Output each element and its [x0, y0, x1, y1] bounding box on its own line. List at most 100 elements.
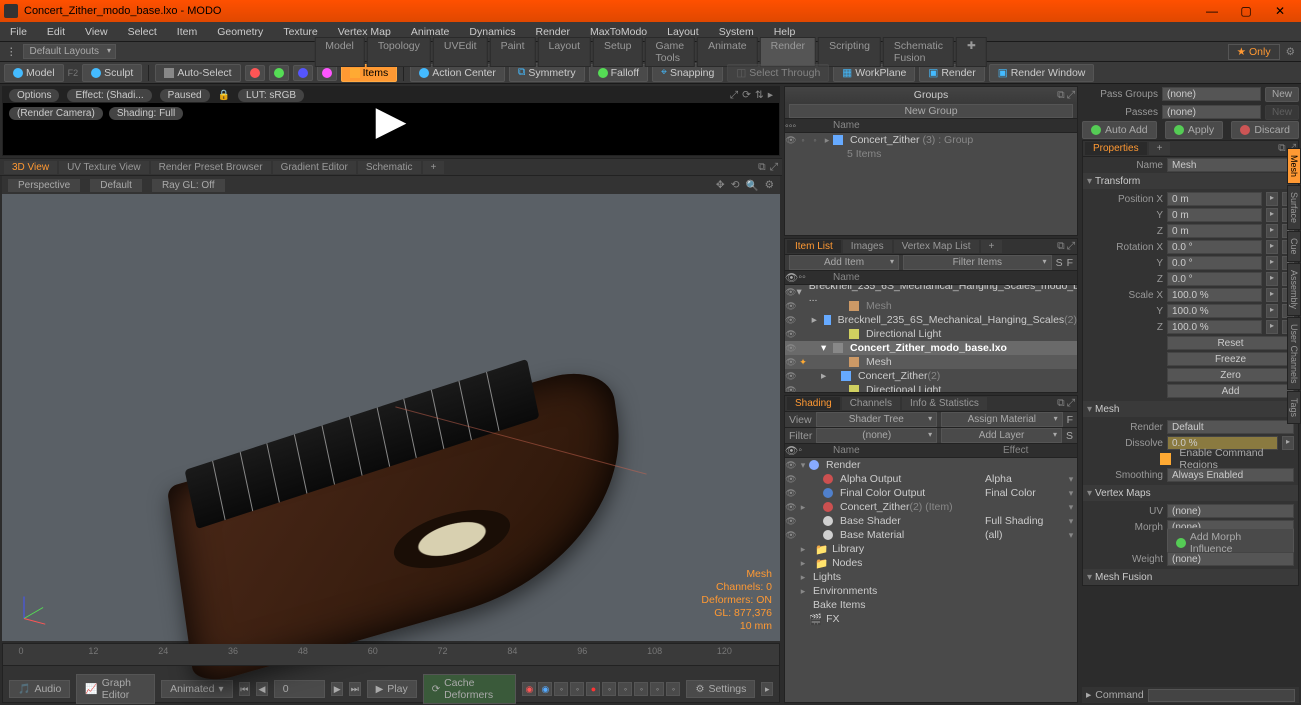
sidetab-mesh[interactable]: Mesh: [1287, 148, 1301, 184]
shader-row[interactable]: ▸📁Library: [785, 542, 1077, 556]
tab-uvtexture[interactable]: UV Texture View: [59, 161, 149, 174]
sel-edge[interactable]: [269, 65, 289, 81]
tab-gametools[interactable]: Game Tools: [644, 37, 695, 67]
menu-geometry[interactable]: Geometry: [207, 22, 273, 41]
tab-schematic[interactable]: Schematic: [358, 161, 421, 174]
shaderview-dropdown[interactable]: Shader Tree: [816, 412, 938, 427]
tab-renderpreset[interactable]: Render Preset Browser: [151, 161, 271, 174]
menu-edit[interactable]: Edit: [37, 22, 75, 41]
axis-gizmo[interactable]: [16, 591, 52, 627]
group-row[interactable]: 👁◦◦▸ Concert_Zither (3) : Group: [785, 133, 1077, 147]
mode-model[interactable]: Model: [4, 64, 64, 82]
3d-viewport[interactable]: Perspective Default Ray GL: Off ✥ ⟲ 🔍 ⚙: [2, 176, 780, 641]
tab-add[interactable]: +: [1149, 142, 1171, 155]
view-raygl[interactable]: Ray GL: Off: [152, 179, 225, 192]
passgroups-dropdown[interactable]: (none): [1162, 87, 1261, 101]
arrows-icon[interactable]: ⇅: [755, 89, 764, 102]
viewgear-icon[interactable]: ⚙: [765, 179, 774, 192]
zero-button[interactable]: Zero: [1167, 368, 1294, 382]
tab-shading[interactable]: Shading: [787, 397, 840, 410]
section-mesh[interactable]: Mesh: [1083, 401, 1298, 417]
menu-file[interactable]: File: [0, 22, 37, 41]
menu-select[interactable]: Select: [118, 22, 167, 41]
animated-dropdown[interactable]: Animated ▾: [161, 680, 232, 698]
shader-row[interactable]: 🎬FX: [785, 612, 1077, 626]
key-d-icon[interactable]: ◦: [618, 682, 632, 696]
list-item[interactable]: 👁▸Concert_Zither(2): [785, 369, 1077, 383]
sel-poly[interactable]: [293, 65, 313, 81]
list-item[interactable]: 👁▾Brecknell_235_6S_Mechanical_Hanging_Sc…: [785, 285, 1077, 299]
key-blue-icon[interactable]: ◉: [538, 682, 552, 696]
sidetab-surface[interactable]: Surface: [1287, 185, 1301, 230]
tab-layout[interactable]: Layout: [538, 37, 592, 67]
only-toggle[interactable]: ★ Only: [1228, 44, 1280, 60]
expand2-icon[interactable]: ⤢: [770, 161, 778, 174]
tab-model[interactable]: Model: [314, 37, 365, 67]
tab-topology[interactable]: Topology: [367, 37, 431, 67]
shader-row[interactable]: ▸📁Nodes: [785, 556, 1077, 570]
tab-add[interactable]: +: [981, 240, 1003, 253]
shader-row[interactable]: 👁Base Material(all)▾: [785, 528, 1077, 542]
tab-itemlist[interactable]: Item List: [787, 240, 841, 253]
shader-row[interactable]: ▸Environments: [785, 584, 1077, 598]
roty-field[interactable]: 0.0 °: [1167, 256, 1262, 270]
camera-pill[interactable]: (Render Camera): [9, 107, 103, 120]
list-item[interactable]: 👁Directional Light: [785, 383, 1077, 392]
move-icon[interactable]: ✥: [716, 179, 725, 192]
list-item[interactable]: 👁Directional Light: [785, 327, 1077, 341]
lock-icon[interactable]: 🔒: [218, 90, 230, 101]
shader-row[interactable]: 👁Alpha OutputAlpha▾: [785, 472, 1077, 486]
popout-icon[interactable]: ⧉: [1057, 89, 1065, 102]
passes-dropdown[interactable]: (none): [1162, 105, 1261, 119]
sidetab-assembly[interactable]: Assembly: [1287, 263, 1301, 316]
tab-paint[interactable]: Paint: [490, 37, 536, 67]
popout-icon[interactable]: ⧉: [1278, 142, 1286, 155]
filteritems-input[interactable]: Filter Items: [903, 255, 1052, 270]
expand-icon[interactable]: ⤢: [1067, 397, 1075, 410]
minimize-button[interactable]: —: [1195, 0, 1229, 22]
expand-icon[interactable]: ⤢: [1067, 89, 1075, 102]
list-item[interactable]: 👁✦Mesh: [785, 355, 1077, 369]
expand-icon[interactable]: ⤢: [730, 89, 738, 102]
tab-images[interactable]: Images: [843, 240, 892, 253]
add-button[interactable]: Add: [1167, 384, 1294, 398]
view-perspective[interactable]: Perspective: [8, 179, 80, 192]
scalex-field[interactable]: 100.0 %: [1167, 288, 1262, 302]
tab-uvedit[interactable]: UVEdit: [433, 37, 488, 67]
gear-icon[interactable]: ⚙: [1286, 46, 1295, 58]
cache-button[interactable]: ⟳ Cache Deformers: [423, 674, 517, 704]
refresh-icon[interactable]: ⟳: [742, 89, 751, 102]
addlayer-dropdown[interactable]: Add Layer: [941, 428, 1062, 443]
sidetab-tags[interactable]: Tags: [1287, 391, 1301, 424]
goto-start-button[interactable]: ⏮: [239, 682, 251, 696]
checkbox-icon[interactable]: [1160, 453, 1171, 465]
f-icon[interactable]: F: [1067, 414, 1073, 426]
tab-infostat[interactable]: Info & Statistics: [902, 397, 987, 410]
effect-pill[interactable]: Effect: (Shadi...: [67, 89, 151, 102]
name-field[interactable]: Mesh: [1167, 158, 1294, 172]
end-icon[interactable]: ▸: [761, 682, 773, 696]
command-input[interactable]: [1148, 689, 1295, 702]
smoothing-dropdown[interactable]: Always Enabled: [1167, 468, 1294, 482]
tab-animate[interactable]: Animate: [697, 37, 758, 67]
audio-button[interactable]: 🎵 Audio: [9, 680, 70, 698]
reset-button[interactable]: Reset: [1167, 336, 1294, 350]
tab-3dview[interactable]: 3D View: [4, 161, 57, 174]
rec-icon[interactable]: ●: [586, 682, 600, 696]
new-passgroup[interactable]: New: [1265, 87, 1299, 102]
discard-button[interactable]: Discard: [1231, 121, 1299, 139]
sel-material[interactable]: [317, 65, 337, 81]
timeline-ruler[interactable]: 0 12 24 36 48 60 72 84 96 108 120: [3, 644, 779, 666]
shader-row[interactable]: 👁▸Concert_Zither(2) (Item)▾: [785, 500, 1077, 514]
step-fwd-button[interactable]: ▶: [331, 682, 343, 696]
expand-icon[interactable]: ⤢: [1067, 240, 1075, 253]
menu-item[interactable]: Item: [167, 22, 207, 41]
popout-icon[interactable]: ⧉: [758, 161, 766, 174]
shader-row[interactable]: 👁Base ShaderFull Shading▾: [785, 514, 1077, 528]
key-red-icon[interactable]: ◉: [522, 682, 536, 696]
paused-pill[interactable]: Paused: [160, 89, 210, 102]
goto-end-button[interactable]: ⏭: [349, 682, 361, 696]
freeze-button[interactable]: Freeze: [1167, 352, 1294, 366]
menu-view[interactable]: View: [75, 22, 118, 41]
list-item[interactable]: 👁▾Concert_Zither_modo_base.lxo: [785, 341, 1077, 355]
